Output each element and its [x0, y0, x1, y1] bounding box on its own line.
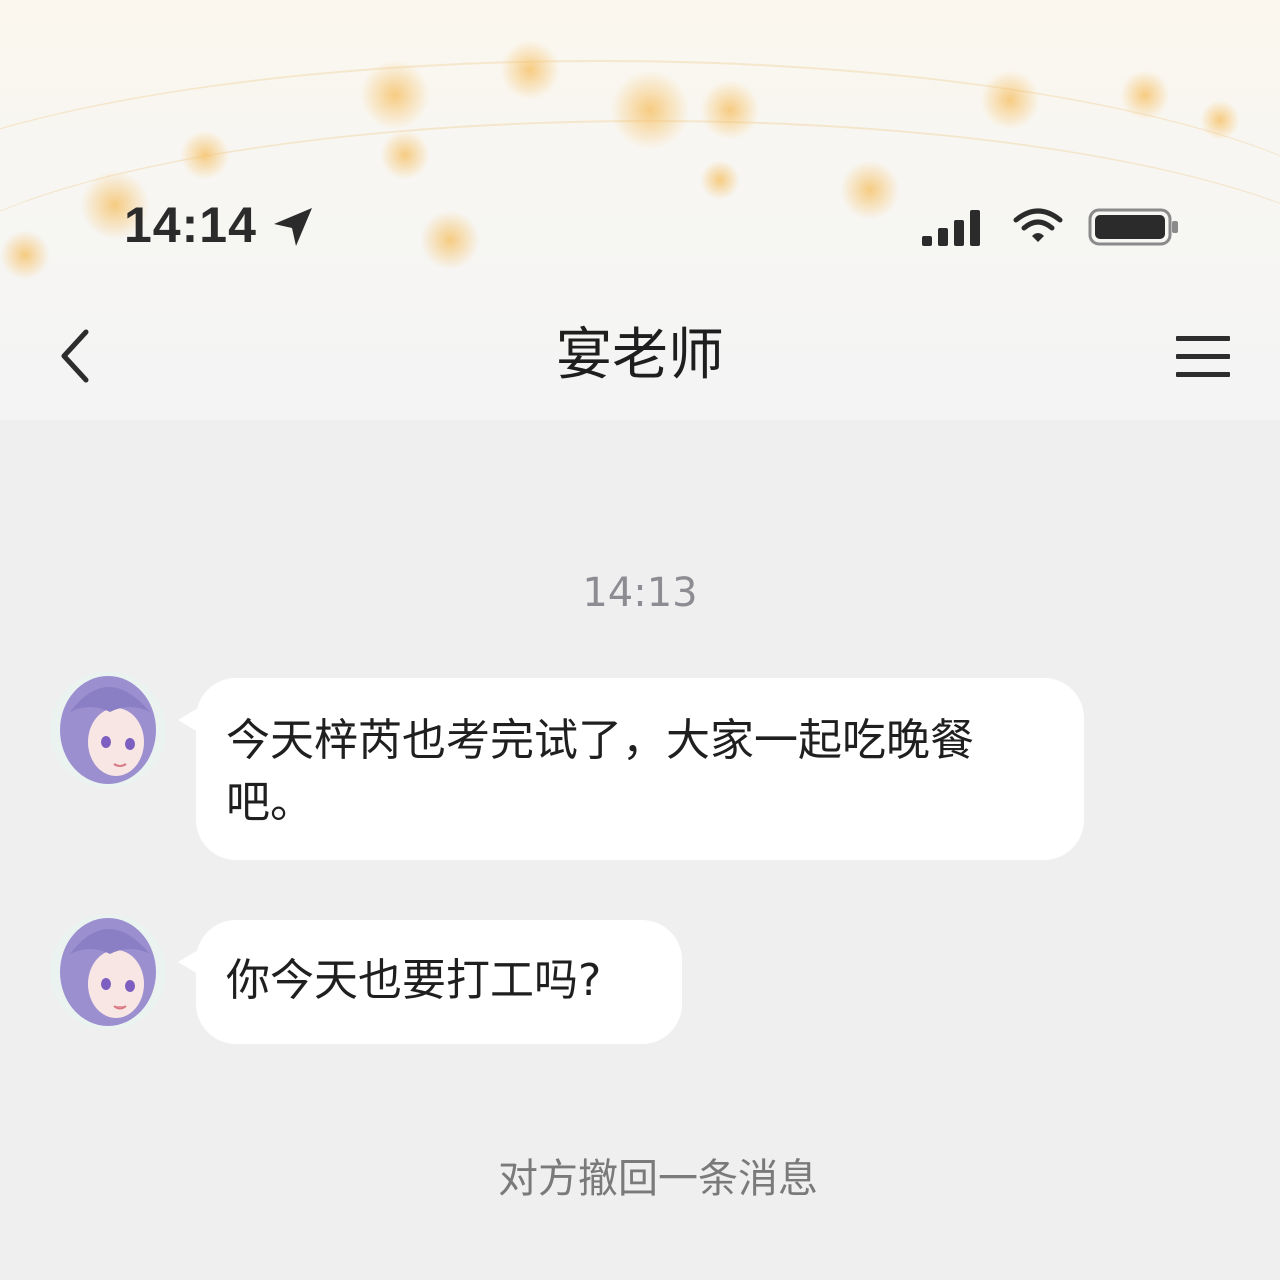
- cellular-signal-icon: [922, 210, 980, 246]
- decorative-sparkle: [700, 160, 740, 200]
- message-bubble[interactable]: 今天梓芮也考完试了，大家一起吃晚餐 吧。: [196, 678, 1084, 860]
- decorative-sparkle: [180, 130, 230, 180]
- decorative-sparkle: [700, 80, 760, 140]
- purple-haired-girl-avatar: [50, 672, 166, 788]
- decorative-sparkle: [980, 70, 1040, 130]
- message-text-line: 吧。: [226, 777, 314, 828]
- page-title: 宴老师: [556, 323, 724, 388]
- recall-notice: 对方撤回一条消息: [498, 1156, 818, 1202]
- hamburger-menu-icon[interactable]: [1172, 332, 1232, 382]
- message-timestamp: 14:13: [582, 570, 698, 616]
- contact-avatar[interactable]: [50, 914, 166, 1030]
- battery-icon: [1088, 208, 1178, 246]
- decorative-sparkle: [1120, 70, 1170, 120]
- bubble-tail: [178, 708, 198, 732]
- location-arrow-icon: [274, 208, 312, 246]
- bubble-tail: [178, 950, 198, 974]
- back-button[interactable]: [52, 326, 102, 386]
- purple-haired-girl-avatar: [50, 914, 166, 1030]
- status-bar-time: 14:14: [124, 197, 257, 253]
- decorative-sparkle: [1200, 100, 1240, 140]
- decorative-sparkle: [0, 230, 50, 280]
- message-text: 你今天也要打工吗?: [226, 955, 602, 1006]
- contact-avatar[interactable]: [50, 672, 166, 788]
- decorative-sparkle: [840, 160, 900, 220]
- wifi-icon: [1013, 208, 1063, 242]
- message-text-line: 今天梓芮也考完试了，大家一起吃晚餐: [226, 715, 974, 766]
- decorative-sparkle: [380, 130, 430, 180]
- decorative-sparkle: [500, 40, 560, 100]
- message-bubble[interactable]: 你今天也要打工吗?: [196, 920, 682, 1044]
- decorative-sparkle: [420, 210, 480, 270]
- decorative-sparkle: [360, 60, 430, 130]
- decorative-sparkle: [610, 70, 690, 150]
